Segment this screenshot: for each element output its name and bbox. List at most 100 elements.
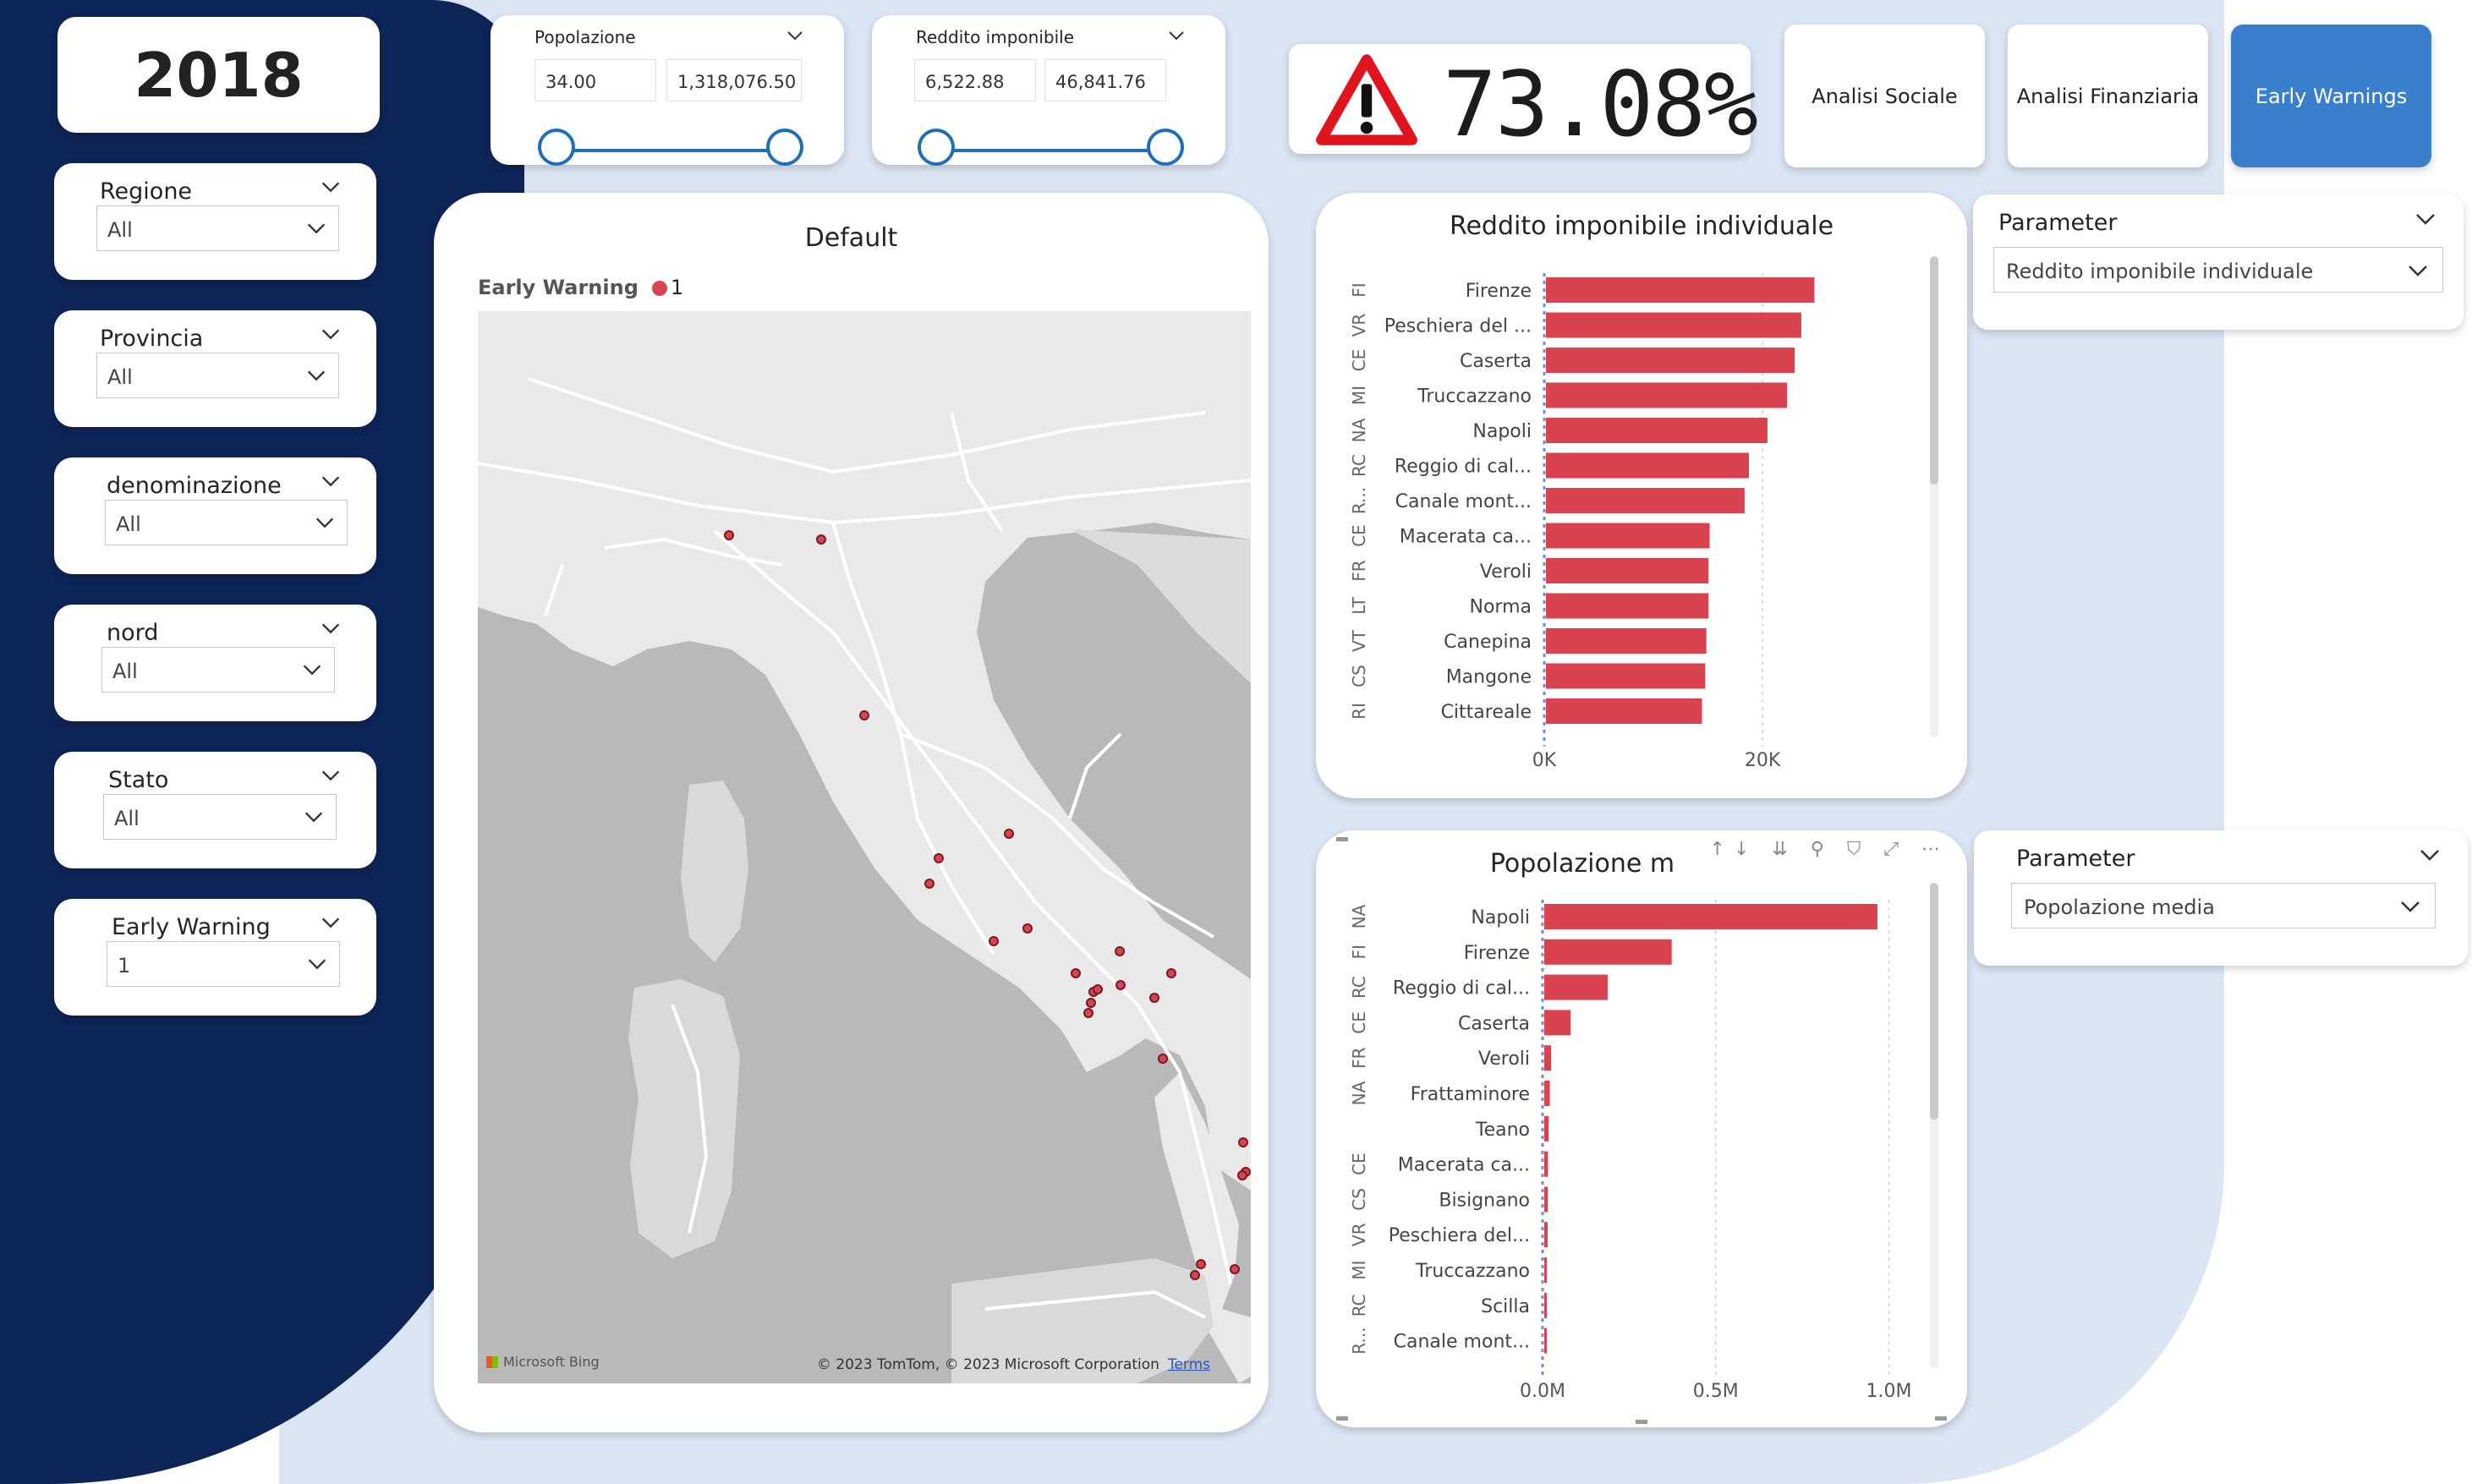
range-slicer-popolazione[interactable]: Popolazione 34.00 1,318,076.50 (491, 15, 844, 166)
slicer-early-warning[interactable]: Early Warning 1 (54, 899, 376, 1016)
range-max-handle[interactable] (1147, 129, 1184, 166)
slicer-nord[interactable]: nord All (54, 605, 376, 721)
bar[interactable] (1544, 1115, 1549, 1142)
range-slicer-reddito[interactable]: Reddito imponibile 6,522.88 46,841.76 (872, 15, 1225, 166)
parameter-dropdown[interactable]: Reddito imponibile individuale (1993, 247, 2443, 293)
map-marker[interactable] (816, 534, 826, 545)
bar[interactable] (1544, 1292, 1547, 1318)
parameter-slicer-1[interactable]: Parameter Reddito imponibile individuale (1973, 194, 2464, 330)
chevron-down-icon[interactable] (319, 322, 343, 346)
bar[interactable] (1544, 1010, 1571, 1036)
map-area[interactable]: Microsoft Bing © 2023 TomTom, © 2023 Mic… (478, 311, 1251, 1383)
bar[interactable] (1544, 939, 1672, 965)
scrollbar-thumb[interactable] (1930, 256, 1938, 485)
category-label: Reggio di cal... (1395, 457, 1532, 478)
nav-analisi-finanziaria-button[interactable]: Analisi Finanziaria (2008, 25, 2208, 167)
map-marker[interactable] (1237, 1170, 1247, 1180)
chevron-down-icon[interactable] (319, 175, 343, 199)
range-max-handle[interactable] (766, 129, 803, 166)
bar[interactable] (1546, 488, 1745, 513)
bar[interactable] (1546, 277, 1815, 303)
resize-handle[interactable] (1336, 1416, 1348, 1421)
map-marker[interactable] (1086, 998, 1096, 1008)
chevron-down-icon[interactable] (319, 469, 343, 493)
chart-popolazione[interactable]: 0.0M 0.5M 1.0M Napoli NA Firenze FI Reggio di c… (1316, 830, 1967, 1427)
bar[interactable] (1546, 698, 1702, 724)
scrollbar-thumb[interactable] (1930, 883, 1938, 1120)
slicer-regione[interactable]: Regione All (54, 163, 376, 280)
map-marker[interactable] (724, 530, 734, 540)
bar[interactable] (1546, 348, 1795, 373)
map-marker[interactable] (1149, 993, 1159, 1003)
map-marker[interactable] (1022, 923, 1033, 934)
bar[interactable] (1546, 558, 1709, 583)
bar[interactable] (1546, 452, 1749, 479)
chevron-down-icon[interactable] (785, 25, 805, 46)
bar[interactable] (1544, 1222, 1548, 1248)
legend-marker (651, 281, 667, 296)
chevron-down-icon[interactable] (319, 616, 343, 640)
slicer-denominazione[interactable]: denominazione All (54, 457, 376, 574)
map-marker[interactable] (1115, 980, 1126, 990)
map-marker[interactable] (934, 853, 944, 863)
bar[interactable] (1544, 974, 1608, 1000)
range-min-input[interactable]: 6,522.88 (914, 59, 1036, 101)
range-min-handle[interactable] (918, 129, 955, 166)
map-marker[interactable] (1166, 968, 1176, 978)
nav-analisi-sociale-button[interactable]: Analisi Sociale (1784, 25, 1985, 167)
slicer-dropdown[interactable]: All (96, 205, 339, 251)
bar[interactable] (1544, 1151, 1548, 1177)
map-marker[interactable] (1238, 1137, 1248, 1147)
map-marker[interactable] (1004, 829, 1014, 839)
slicer-dropdown[interactable]: All (101, 647, 335, 693)
slicer-dropdown[interactable]: All (103, 794, 337, 840)
map-marker[interactable] (1093, 984, 1103, 994)
bar[interactable] (1544, 1328, 1547, 1354)
chevron-down-icon[interactable] (2413, 206, 2438, 232)
map-marker[interactable] (1230, 1264, 1240, 1274)
bar[interactable] (1546, 382, 1788, 408)
resize-handle[interactable] (1636, 1420, 1647, 1424)
slicer-dropdown[interactable]: 1 (107, 941, 340, 987)
bar[interactable] (1546, 628, 1707, 654)
bar[interactable] (1544, 1045, 1552, 1071)
nav-early-warnings-button[interactable]: Early Warnings (2231, 25, 2431, 167)
resize-handle[interactable] (1336, 837, 1348, 841)
slicer-dropdown[interactable]: All (96, 353, 339, 398)
range-min-handle[interactable] (538, 129, 575, 166)
map-marker[interactable] (1083, 1008, 1093, 1018)
map-marker[interactable] (859, 710, 869, 720)
parameter-dropdown[interactable]: Popolazione media (2011, 883, 2436, 928)
bar[interactable] (1546, 312, 1801, 338)
terms-link[interactable]: Terms (1168, 1356, 1210, 1373)
map-marker[interactable] (1115, 946, 1125, 956)
map-marker[interactable] (1071, 968, 1081, 978)
bar[interactable] (1546, 418, 1768, 443)
bar[interactable] (1546, 523, 1710, 549)
range-max-input[interactable]: 46,841.76 (1044, 59, 1166, 101)
map-marker[interactable] (989, 936, 999, 946)
map-canvas[interactable] (478, 311, 1251, 1383)
map-marker[interactable] (924, 879, 935, 889)
slicer-provincia[interactable]: Provincia All (54, 310, 376, 427)
chevron-down-icon[interactable] (319, 911, 343, 934)
slicer-stato[interactable]: Stato All (54, 752, 376, 868)
bar[interactable] (1544, 904, 1877, 929)
map-marker[interactable] (1158, 1054, 1168, 1064)
map-marker[interactable] (1196, 1259, 1206, 1269)
chart-reddito[interactable]: 0K 20K Firenze FI Peschiera del ... VR Caserta… (1316, 193, 1967, 798)
parameter-slicer-2[interactable]: Parameter Popolazione media (1974, 830, 2468, 966)
chevron-down-icon[interactable] (2417, 842, 2442, 868)
range-min-input[interactable]: 34.00 (534, 59, 656, 101)
bar[interactable] (1544, 1186, 1548, 1213)
bar[interactable] (1544, 1257, 1547, 1283)
resize-handle[interactable] (1935, 1416, 1947, 1421)
bar[interactable] (1546, 593, 1709, 619)
slicer-dropdown[interactable]: All (105, 500, 348, 545)
range-max-input[interactable]: 1,318,076.50 (666, 59, 802, 101)
bar[interactable] (1544, 1081, 1550, 1106)
chevron-down-icon[interactable] (1166, 25, 1187, 46)
bar[interactable] (1546, 663, 1706, 689)
chevron-down-icon[interactable] (319, 764, 343, 787)
map-marker[interactable] (1190, 1270, 1200, 1280)
